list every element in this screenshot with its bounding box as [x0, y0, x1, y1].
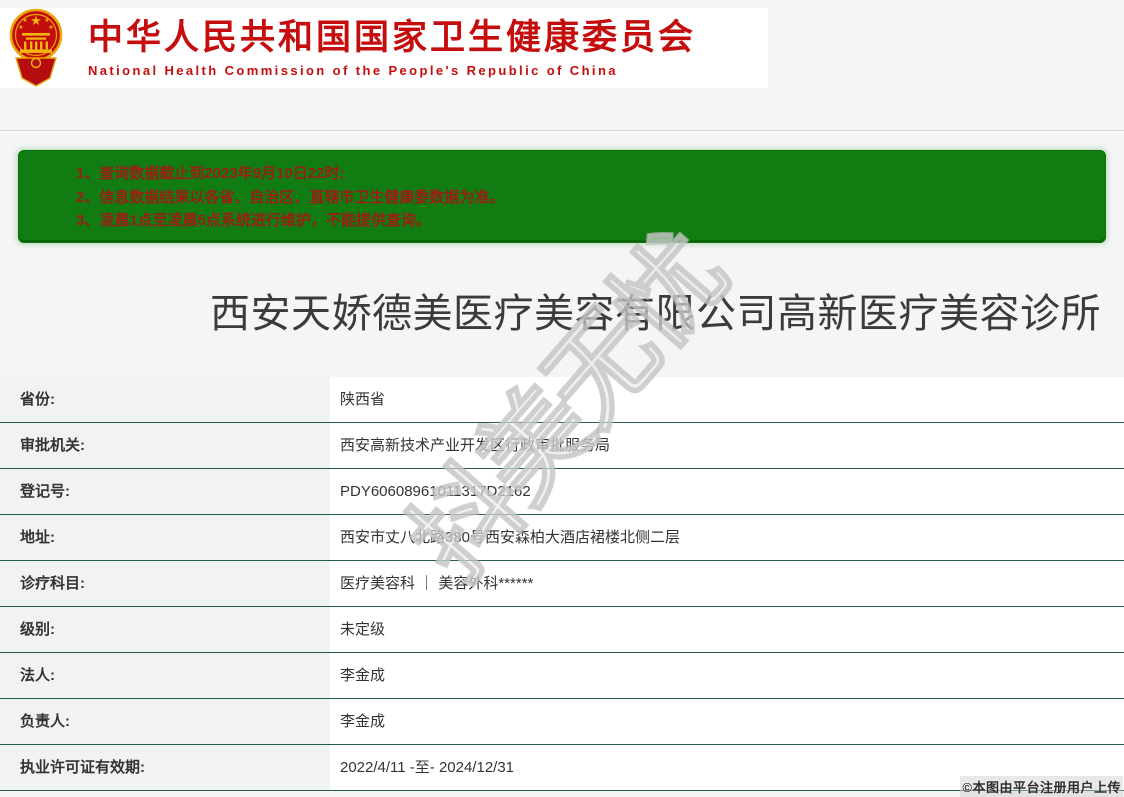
table-row-approval-authority: 审批机关: 西安高新技术产业开发区行政审批服务局 — [0, 423, 1124, 469]
field-value: 西安高新技术产业开发区行政审批服务局 — [330, 423, 1124, 468]
field-label: 省份: — [0, 377, 330, 422]
national-emblem-icon: ★ ★ ★ ★ ★ — [7, 7, 65, 87]
notice-line-3: 3、凌晨1点至凌晨5点系统进行维护，不能提供查询。 — [76, 209, 1105, 233]
table-row-person-in-charge: 负责人: 李金成 — [0, 699, 1124, 745]
svg-text:★: ★ — [44, 17, 49, 24]
field-value: 西安市丈八北路380号西安森柏大酒店裙楼北侧二层 — [330, 515, 1124, 560]
field-value: 李金成 — [330, 699, 1124, 744]
field-label: 负责人: — [0, 699, 330, 744]
svg-text:★: ★ — [18, 24, 23, 31]
site-header: ★ ★ ★ ★ ★ 中华人民共和国国家卫生健康委员会 National Heal… — [0, 8, 768, 88]
notice-line-2: 2、信息数据结果以各省、自治区、直辖市卫生健康委数据为准。 — [76, 186, 1105, 210]
header-title-zh: 中华人民共和国国家卫生健康委员会 — [88, 20, 696, 55]
svg-text:★: ★ — [30, 13, 42, 28]
field-value: 未定级 — [330, 607, 1124, 652]
field-label: 审批机关: — [0, 423, 330, 468]
field-value: 陕西省 — [330, 377, 1124, 422]
table-row-level: 级别: 未定级 — [0, 607, 1124, 653]
header-titles: 中华人民共和国国家卫生健康委员会 National Health Commiss… — [88, 20, 696, 77]
field-value: PDY60608961011317D2162 — [330, 469, 1124, 514]
field-value: 李金成 — [330, 653, 1124, 698]
svg-text:★: ★ — [22, 17, 27, 24]
table-row-license-validity: 执业许可证有效期: 2022/4/11 -至- 2024/12/31 — [0, 745, 1124, 791]
table-row-registration-number: 登记号: PDY60608961011317D2162 — [0, 469, 1124, 515]
table-row-province: 省份: 陕西省 — [0, 377, 1124, 423]
header-divider-highlight — [0, 131, 1124, 133]
footer-upload-stamp: ©本图由平台注册用户上传 — [960, 776, 1123, 797]
field-label: 法人: — [0, 653, 330, 698]
svg-text:★: ★ — [48, 24, 53, 31]
institution-name-title: 西安天娇德美医疗美容有限公司高新医疗美容诊所 — [210, 281, 1124, 339]
field-value: 医疗美容科 ｜ 美容外科****** — [330, 561, 1124, 606]
table-row-address: 地址: 西安市丈八北路380号西安森柏大酒店裙楼北侧二层 — [0, 515, 1124, 561]
field-label: 登记号: — [0, 469, 330, 514]
table-row-legal-person: 法人: 李金成 — [0, 653, 1124, 699]
license-info-table: 省份: 陕西省 审批机关: 西安高新技术产业开发区行政审批服务局 登记号: PD… — [0, 377, 1124, 791]
field-label: 地址: — [0, 515, 330, 560]
notice-line-1: 1、查询数据截止到2023年9月10日22时; — [76, 162, 1105, 186]
field-label: 级别: — [0, 607, 330, 652]
field-label: 执业许可证有效期: — [0, 745, 330, 790]
notice-box: 1、查询数据截止到2023年9月10日22时; 2、信息数据结果以各省、自治区、… — [18, 150, 1106, 243]
field-label: 诊疗科目: — [0, 561, 330, 606]
table-row-diagnosis-subjects: 诊疗科目: 医疗美容科 ｜ 美容外科****** — [0, 561, 1124, 607]
header-title-en: National Health Commission of the People… — [88, 64, 696, 77]
